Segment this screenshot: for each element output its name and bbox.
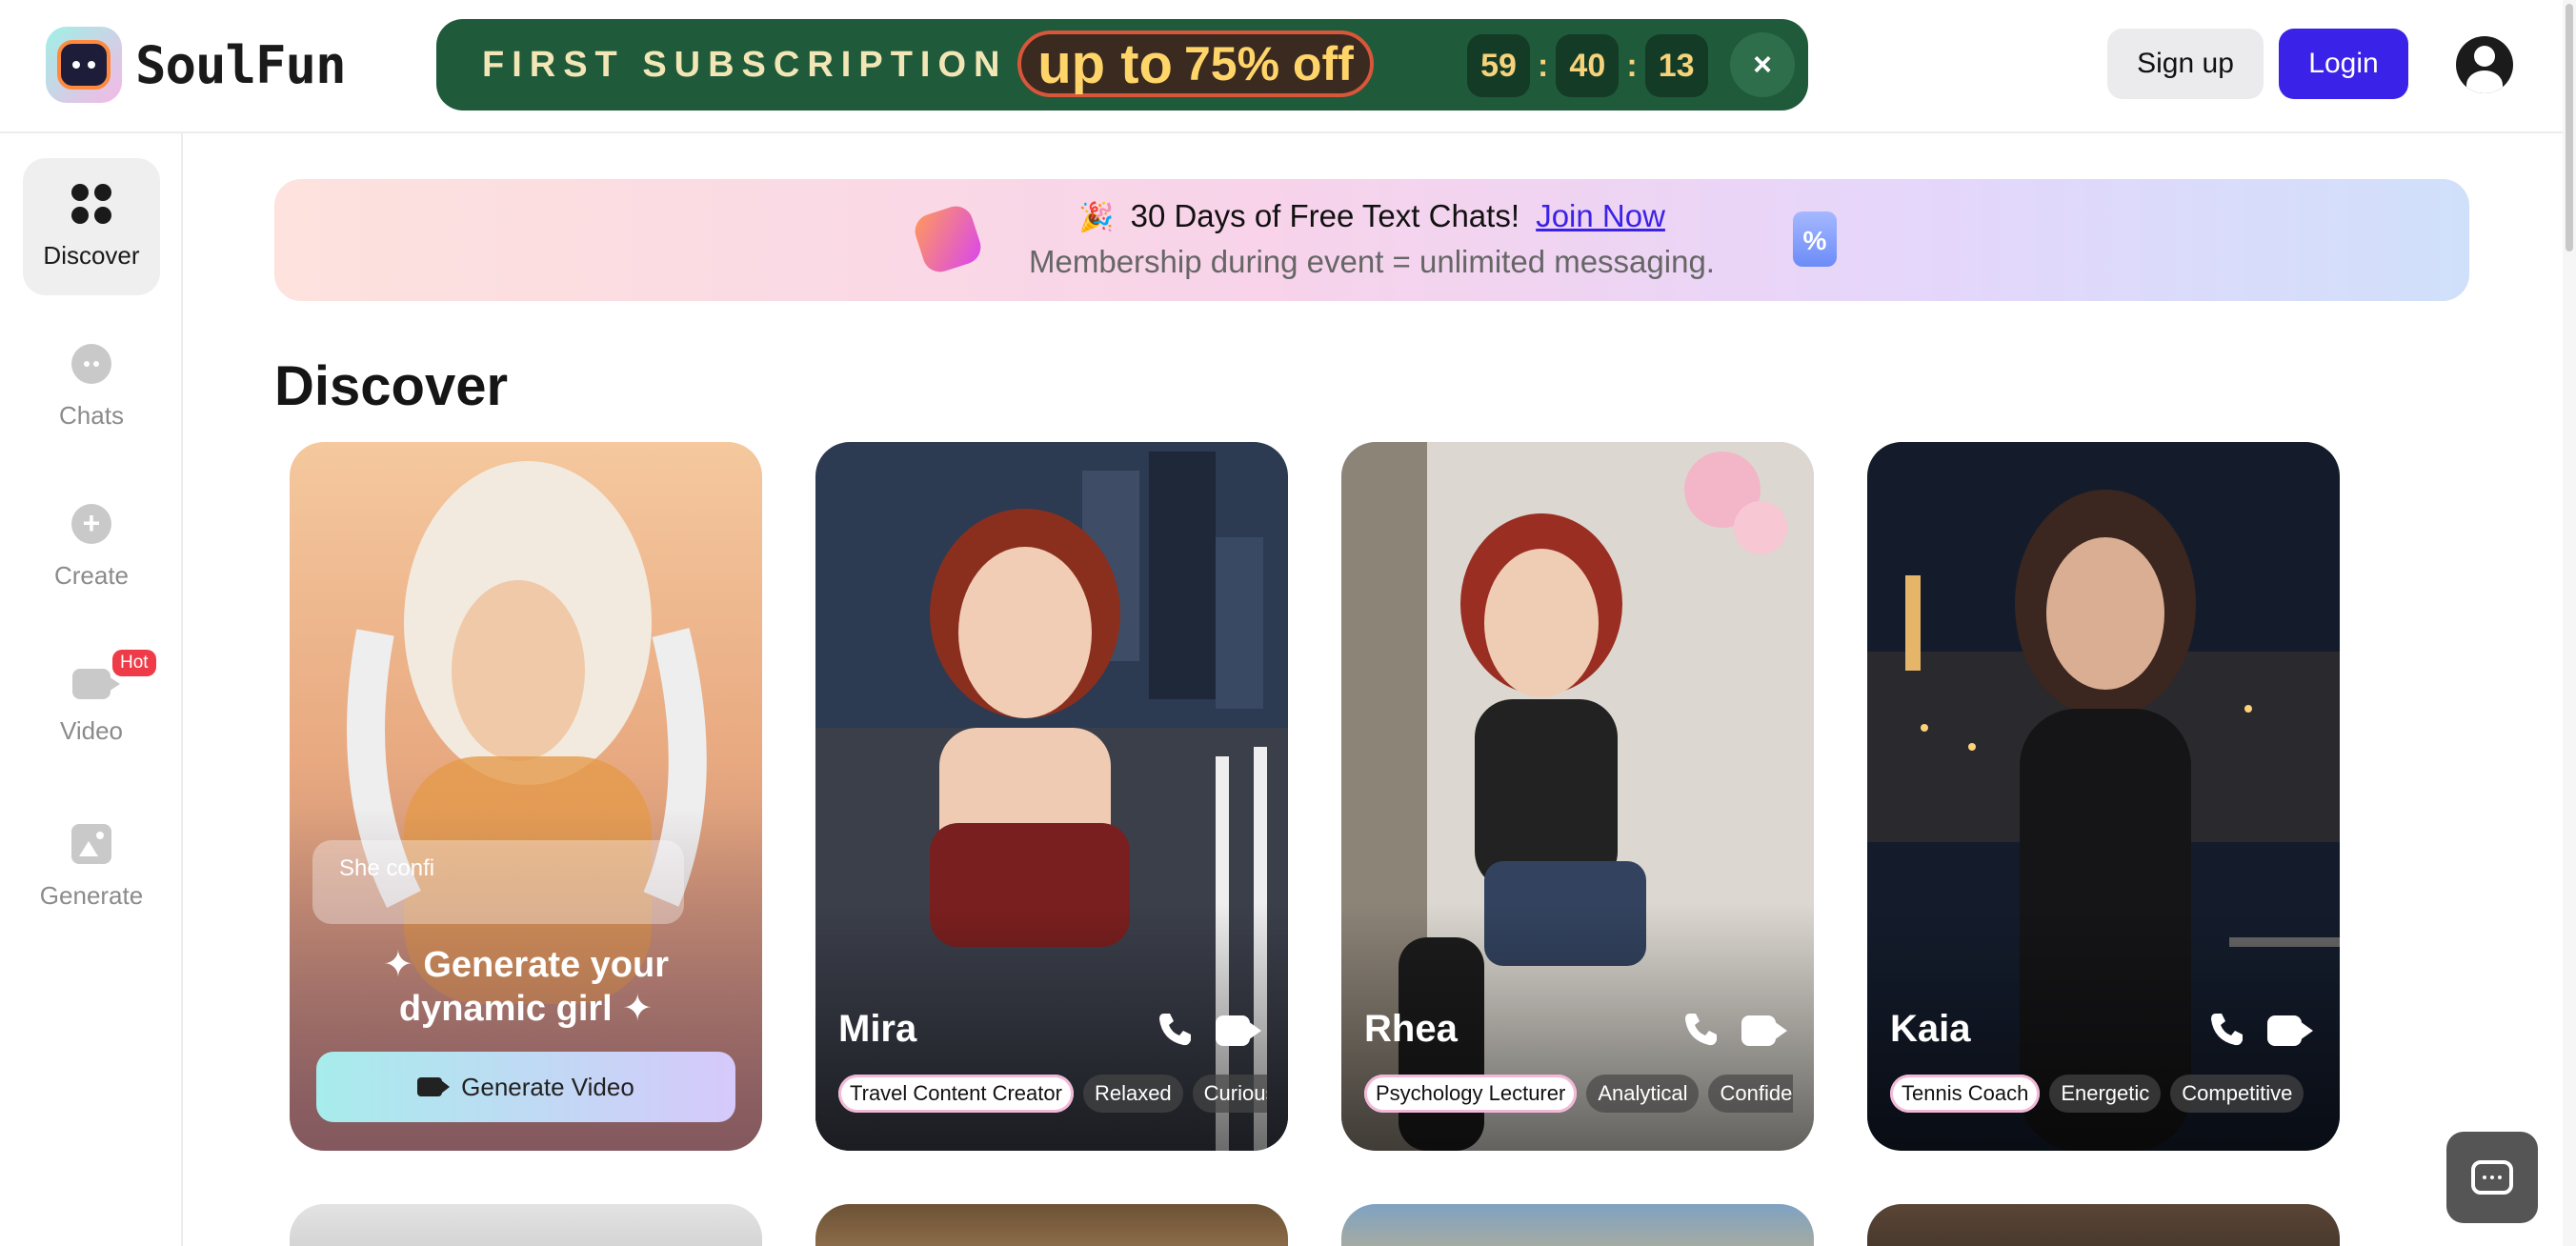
- generate-title-line2: dynamic girl ✦: [398, 989, 654, 1029]
- generate-title-line1: ✦ Generate your: [382, 945, 670, 985]
- character-tags: Tennis Coach Energetic Competitive: [1890, 1075, 2319, 1115]
- sidebar-item-label: Create: [53, 560, 130, 590]
- timer-seconds: 13: [1644, 34, 1708, 97]
- character-tag: Curious: [1192, 1075, 1267, 1113]
- banner-subtext: Membership during event = unlimited mess…: [1029, 244, 1715, 279]
- generate-video-card[interactable]: She confi ✦ Generate your dynamic girl ✦…: [290, 442, 762, 1151]
- party-icon: 🎉: [1078, 202, 1115, 233]
- character-tag: Energetic: [2049, 1075, 2162, 1113]
- sidebar-item-chats[interactable]: Chats: [23, 318, 160, 455]
- user-avatar-icon[interactable]: [2456, 36, 2513, 93]
- phone-icon[interactable]: [2208, 1010, 2246, 1048]
- character-card-kaia[interactable]: Kaia Tennis Coach Energetic Competitive: [1867, 442, 2340, 1151]
- character-tag: Travel Content Creator: [838, 1075, 1074, 1113]
- video-icon: [72, 668, 120, 699]
- character-tags: Travel Content CreatorRelaxedCurious: [838, 1075, 1267, 1115]
- character-card-partial[interactable]: [815, 1204, 1288, 1246]
- free-chats-banner[interactable]: % 🎉 30 Days of Free Text Chats! Join Now…: [274, 179, 2469, 301]
- character-name: Kaia: [1890, 1008, 1971, 1050]
- timer-hours: 59: [1467, 34, 1530, 97]
- timer-minutes: 40: [1556, 34, 1620, 97]
- character-tag: Analytical: [1586, 1075, 1700, 1113]
- sidebar-item-generate[interactable]: Generate: [23, 798, 160, 935]
- video-call-icon[interactable]: [2267, 1015, 2313, 1046]
- top-bar: SoulFun FIRST SUBSCRIPTION up to 75% off…: [0, 0, 2563, 133]
- generate-video-button[interactable]: Generate Video: [316, 1052, 735, 1122]
- chat-icon: [71, 343, 111, 384]
- prompt-input[interactable]: She confi: [312, 840, 684, 924]
- brand-name: SoulFun: [135, 34, 347, 95]
- character-card-mira[interactable]: Mira Travel Content Creator Relaxed Curiou…: [815, 442, 1288, 1151]
- sidebar-item-label: Generate: [39, 880, 144, 910]
- phone-icon[interactable]: [1157, 1010, 1195, 1048]
- banner-headline: 🎉 30 Days of Free Text Chats! Join Now: [274, 198, 2469, 234]
- character-tags: Psychology LecturerAnalyticalConfident: [1364, 1075, 1793, 1115]
- sidebar-item-label: Discover: [43, 240, 140, 270]
- video-call-icon[interactable]: [1741, 1015, 1787, 1046]
- page-title: Discover: [274, 355, 509, 417]
- brand-logo[interactable]: SoulFun: [46, 27, 347, 103]
- subscription-promo-bar[interactable]: FIRST SUBSCRIPTION up to 75% off 59 : 40…: [436, 19, 1808, 111]
- sidebar-item-label: Video: [59, 715, 124, 745]
- character-name: Mira: [838, 1008, 917, 1050]
- page-scrollbar[interactable]: [2563, 0, 2576, 1246]
- video-call-icon[interactable]: [1216, 1015, 1261, 1046]
- generate-title: ✦ Generate your dynamic girl ✦: [290, 943, 762, 1031]
- character-card-partial[interactable]: [1867, 1204, 2340, 1246]
- support-chat-button[interactable]: [2446, 1132, 2538, 1223]
- promo-close-button[interactable]: ×: [1730, 32, 1795, 97]
- sidebar: Discover Chats Create Video Hot Generate: [0, 133, 183, 1246]
- grid-icon: [71, 183, 111, 224]
- join-now-link[interactable]: Join Now: [1536, 198, 1665, 233]
- image-icon: [71, 823, 111, 864]
- plus-icon: [71, 503, 111, 544]
- scrollbar-thumb[interactable]: [2566, 4, 2573, 251]
- generate-video-label: Generate Video: [461, 1072, 634, 1101]
- character-tag: Tennis Coach: [1890, 1075, 2041, 1113]
- phone-icon[interactable]: [1682, 1010, 1721, 1048]
- character-name: Rhea: [1364, 1008, 1458, 1050]
- character-tag: Relaxed: [1082, 1075, 1183, 1113]
- character-tag: Competitive: [2170, 1075, 2304, 1113]
- banner-text: 30 Days of Free Text Chats!: [1130, 198, 1520, 233]
- character-card-partial[interactable]: [290, 1204, 762, 1246]
- sidebar-item-create[interactable]: Create: [23, 478, 160, 615]
- sidebar-item-video[interactable]: Video Hot: [23, 638, 160, 775]
- offer-prefix: up to: [1037, 32, 1173, 95]
- character-card-partial[interactable]: [1341, 1204, 1814, 1246]
- signup-button[interactable]: Sign up: [2107, 29, 2264, 99]
- sidebar-item-label: Chats: [59, 400, 124, 430]
- hot-badge: Hot: [112, 650, 156, 676]
- promo-title: FIRST SUBSCRIPTION: [482, 44, 1008, 85]
- video-camera-icon: [417, 1077, 451, 1096]
- logo-icon: [46, 27, 122, 103]
- character-card-rhea[interactable]: Rhea Psychology Lecturer Analytical Confid…: [1341, 442, 1814, 1151]
- chat-bubble-icon: [2471, 1160, 2513, 1195]
- promo-offer: up to 75% off: [1017, 30, 1374, 97]
- sidebar-item-discover[interactable]: Discover: [23, 158, 160, 295]
- character-tag: Confident: [1708, 1075, 1793, 1113]
- offer-value: 75% off: [1183, 37, 1354, 90]
- login-button[interactable]: Login: [2279, 29, 2408, 99]
- character-tag: Psychology Lecturer: [1364, 1075, 1578, 1113]
- countdown-timer: 59 : 40 : 13: [1467, 34, 1708, 97]
